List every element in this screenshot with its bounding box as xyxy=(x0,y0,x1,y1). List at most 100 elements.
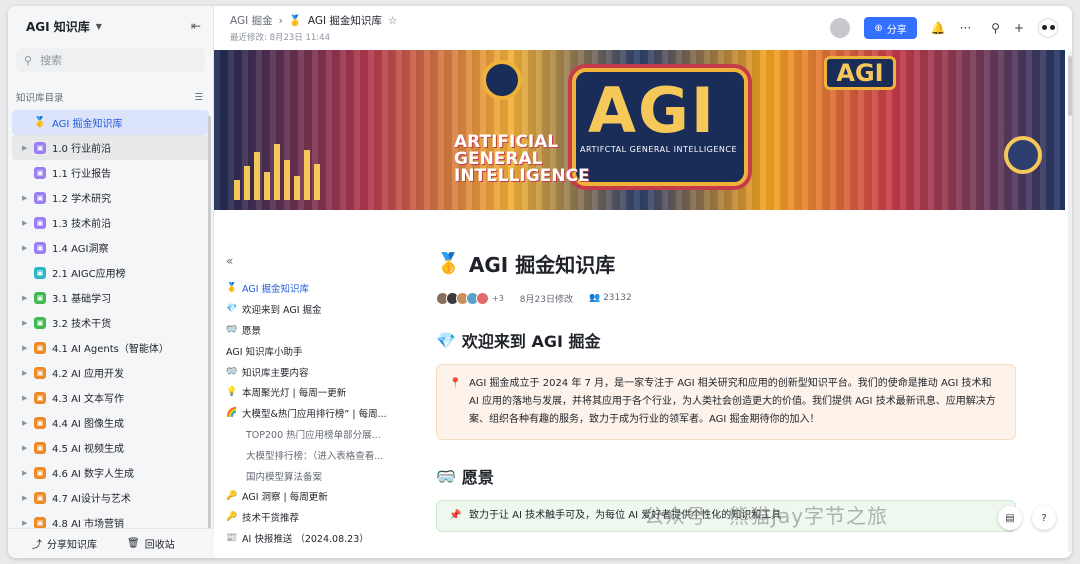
doc-icon: ▣ xyxy=(34,516,46,529)
table-of-contents: « 🥇 AGI 掘金知识库 💎 欢迎来到 AGI 掘金 🥽 愿景 AGI 知识库小助手 🥽 知识… xyxy=(226,254,396,548)
toc-item[interactable]: 🔑 AGI 洞察 | 每周更新 xyxy=(226,486,396,507)
caret-down-icon: ▼ xyxy=(95,21,102,31)
toc-item[interactable]: 🥽 愿景 xyxy=(226,320,396,341)
bell-icon[interactable]: 🔔 xyxy=(931,21,946,35)
sidebar-item[interactable]: ▶ ▣ 3.2 技术干货 xyxy=(12,310,209,335)
more-icon[interactable]: ··· xyxy=(960,21,971,35)
sidebar-item[interactable]: ▶ ▣ 1.4 AGI洞察 xyxy=(12,235,209,260)
comment-icon[interactable]: ▤ xyxy=(998,506,1022,530)
toc-item[interactable]: 📰 AI 快报推送 （2024.08.23） xyxy=(226,528,396,549)
expand-arrow-icon[interactable]: ▶ xyxy=(22,294,34,302)
user-avatar[interactable] xyxy=(1038,18,1058,38)
expand-arrow-icon[interactable]: ▶ xyxy=(22,444,34,452)
sidebar-item[interactable]: ▶ ▣ 4.1 AI Agents（智能体） xyxy=(12,335,209,360)
modified-date: 8月23日修改 xyxy=(519,294,573,305)
medal-icon: 🥇 xyxy=(33,117,47,128)
breadcrumb-current[interactable]: AGI 掘金知识库 xyxy=(308,13,382,28)
doc-icon: ▣ xyxy=(34,266,46,279)
expand-arrow-icon[interactable]: ▶ xyxy=(22,369,34,377)
sidebar-item[interactable]: ▶ ▣ 1.0 行业前沿 xyxy=(12,135,209,160)
toc-item[interactable]: 🌈 大模型&热门应用排行榜” | 每周... xyxy=(226,403,396,424)
star-icon[interactable]: ☆ xyxy=(388,15,397,27)
expand-arrow-icon[interactable]: ▶ xyxy=(22,219,34,227)
expand-arrow-icon[interactable]: ▶ xyxy=(22,319,34,327)
sidebar-item-label: 3.1 基础学习 xyxy=(52,294,112,305)
page-title-text: AGI 掘金知识库 xyxy=(468,252,616,277)
sidebar-item[interactable]: ▶ ▣ 3.1 基础学习 xyxy=(12,285,209,310)
sidebar-item[interactable]: ▶ ▣ 4.7 AI设计与艺术 xyxy=(12,485,209,510)
expand-arrow-icon[interactable]: ▶ xyxy=(22,394,34,402)
sidebar-item-label: 4.3 AI 文本写作 xyxy=(52,394,125,405)
sidebar-item[interactable]: ▶ ▣ 4.6 AI 数字人生成 xyxy=(12,460,209,485)
section-welcome: 💎 欢迎来到 AGI 掘金 xyxy=(436,328,1016,352)
expand-arrow-icon[interactable]: ▶ xyxy=(22,519,34,527)
sidebar-item-label: 3.2 技术干货 xyxy=(52,319,112,330)
toc-item[interactable]: 🥇 AGI 掘金知识库 xyxy=(226,278,396,299)
toc-item[interactable]: 🔑 技术干货推荐 xyxy=(226,507,396,528)
toc-item-label: 本周聚光灯 | 每周一更新 xyxy=(242,388,347,400)
toc-item-label: AGI 洞察 | 每周更新 xyxy=(242,492,328,504)
expand-arrow-icon[interactable]: ▶ xyxy=(22,469,34,477)
list-settings-icon[interactable]: ☰ xyxy=(194,92,203,103)
expand-arrow-icon[interactable]: ▶ xyxy=(22,244,34,252)
sidebar-item[interactable]: ▶ ▣ 4.2 AI 应用开发 xyxy=(12,360,209,385)
toc-item-label: 大模型&热门应用排行榜” | 每周... xyxy=(242,409,387,421)
doc-icon: ▣ xyxy=(34,216,46,229)
toc-item-label: 技术干货推荐 xyxy=(242,513,300,525)
more-avatars-count: +3 xyxy=(492,293,504,303)
welcome-text: AGI 掘金成立于 2024 年 7 月，是一家专注于 AGI 相关研究和应用的… xyxy=(469,378,996,425)
expand-arrow-icon[interactable]: ▶ xyxy=(22,419,34,427)
toc-item[interactable]: 大模型排行榜：（进入表格查看... xyxy=(226,444,396,465)
help-icon[interactable]: ? xyxy=(1032,506,1056,530)
doc-icon: ▣ xyxy=(34,141,46,154)
collaborator-avatar[interactable] xyxy=(830,18,851,38)
doc-icon: ▣ xyxy=(34,441,46,454)
directory-label: 知识库目录 xyxy=(16,93,64,104)
sidebar-item[interactable]: ▶ ▣ 4.3 AI 文本写作 xyxy=(12,385,209,410)
space-title: AGI 知识库 xyxy=(26,19,90,34)
toc-item[interactable]: TOP200 热门应用榜单部分展... xyxy=(226,424,396,445)
pushpin-icon: 📌 xyxy=(449,510,462,521)
view-count-value: 23132 xyxy=(603,293,632,303)
sidebar-item[interactable]: ▶ ▣ 4.5 AI 视频生成 xyxy=(12,435,209,460)
expand-arrow-icon[interactable]: ▶ xyxy=(22,144,34,152)
toc-item[interactable]: 💡 本周聚光灯 | 每周一更新 xyxy=(226,382,396,403)
toc-emoji-icon: 🌈 xyxy=(226,408,238,419)
main-scrollbar[interactable] xyxy=(1068,52,1072,552)
toc-item[interactable]: 💎 欢迎来到 AGI 掘金 xyxy=(226,299,396,320)
share-space-button[interactable]: ⤴ 分享知识库 xyxy=(32,536,97,551)
search-icon[interactable]: ⚲ xyxy=(991,21,1000,35)
sidebar-item[interactable]: 🥇 AGI 掘金知识库 xyxy=(12,110,209,135)
doc-icon: ▣ xyxy=(34,341,46,354)
collapse-toc-icon[interactable]: « xyxy=(226,254,396,268)
expand-arrow-icon[interactable]: ▶ xyxy=(22,194,34,202)
plus-icon[interactable]: + xyxy=(1014,21,1024,35)
breadcrumb-root[interactable]: AGI 掘金 xyxy=(230,13,273,28)
sidebar-item[interactable]: ▣ 2.1 AIGC应用榜 xyxy=(12,260,209,285)
space-switcher[interactable]: AGI 知识库 ▼ xyxy=(26,18,102,35)
pin-icon: 📍 xyxy=(449,378,462,389)
toc-item[interactable]: 国内模型算法备案 xyxy=(226,465,396,486)
expand-arrow-icon[interactable]: ▶ xyxy=(22,344,34,352)
search-box[interactable]: ⚲ 搜索 xyxy=(16,48,205,72)
expand-arrow-icon[interactable]: ▶ xyxy=(22,494,34,502)
sidebar-item[interactable]: ▶ ▣ 1.2 学术研究 xyxy=(12,185,209,210)
trash-button[interactable]: 🗑 回收站 xyxy=(127,536,175,551)
sidebar-footer: ⤴ 分享知识库 🗑 回收站 xyxy=(8,528,214,558)
collapse-sidebar-icon[interactable]: ⇤ xyxy=(191,19,201,33)
doc-icon: ▣ xyxy=(34,416,46,429)
document: 🥇 AGI 掘金知识库 +3 8月23日修改 👥 23132 💎 欢迎来到 AG… xyxy=(436,246,1016,532)
sidebar-item[interactable]: ▶ ▣ 1.3 技术前沿 xyxy=(12,210,209,235)
doc-icon: ▣ xyxy=(34,241,46,254)
share-space-label: 分享知识库 xyxy=(47,540,97,551)
avatar-group[interactable]: +3 xyxy=(436,291,504,305)
share-button[interactable]: ⊕ 分享 xyxy=(864,17,917,39)
share-label: 分享 xyxy=(886,24,907,36)
sidebar-item[interactable]: ▶ ▣ 4.4 AI 图像生成 xyxy=(12,410,209,435)
toc-emoji-icon: 🔑 xyxy=(226,512,238,523)
toc-item[interactable]: AGI 知识库小助手 xyxy=(226,340,396,361)
toc-item[interactable]: 🥽 知识库主要内容 xyxy=(226,361,396,382)
sidebar-scrollbar[interactable] xyxy=(208,116,211,536)
sidebar-item-label: 4.2 AI 应用开发 xyxy=(52,369,125,380)
sidebar-item[interactable]: ▣ 1.1 行业报告 xyxy=(12,160,209,185)
